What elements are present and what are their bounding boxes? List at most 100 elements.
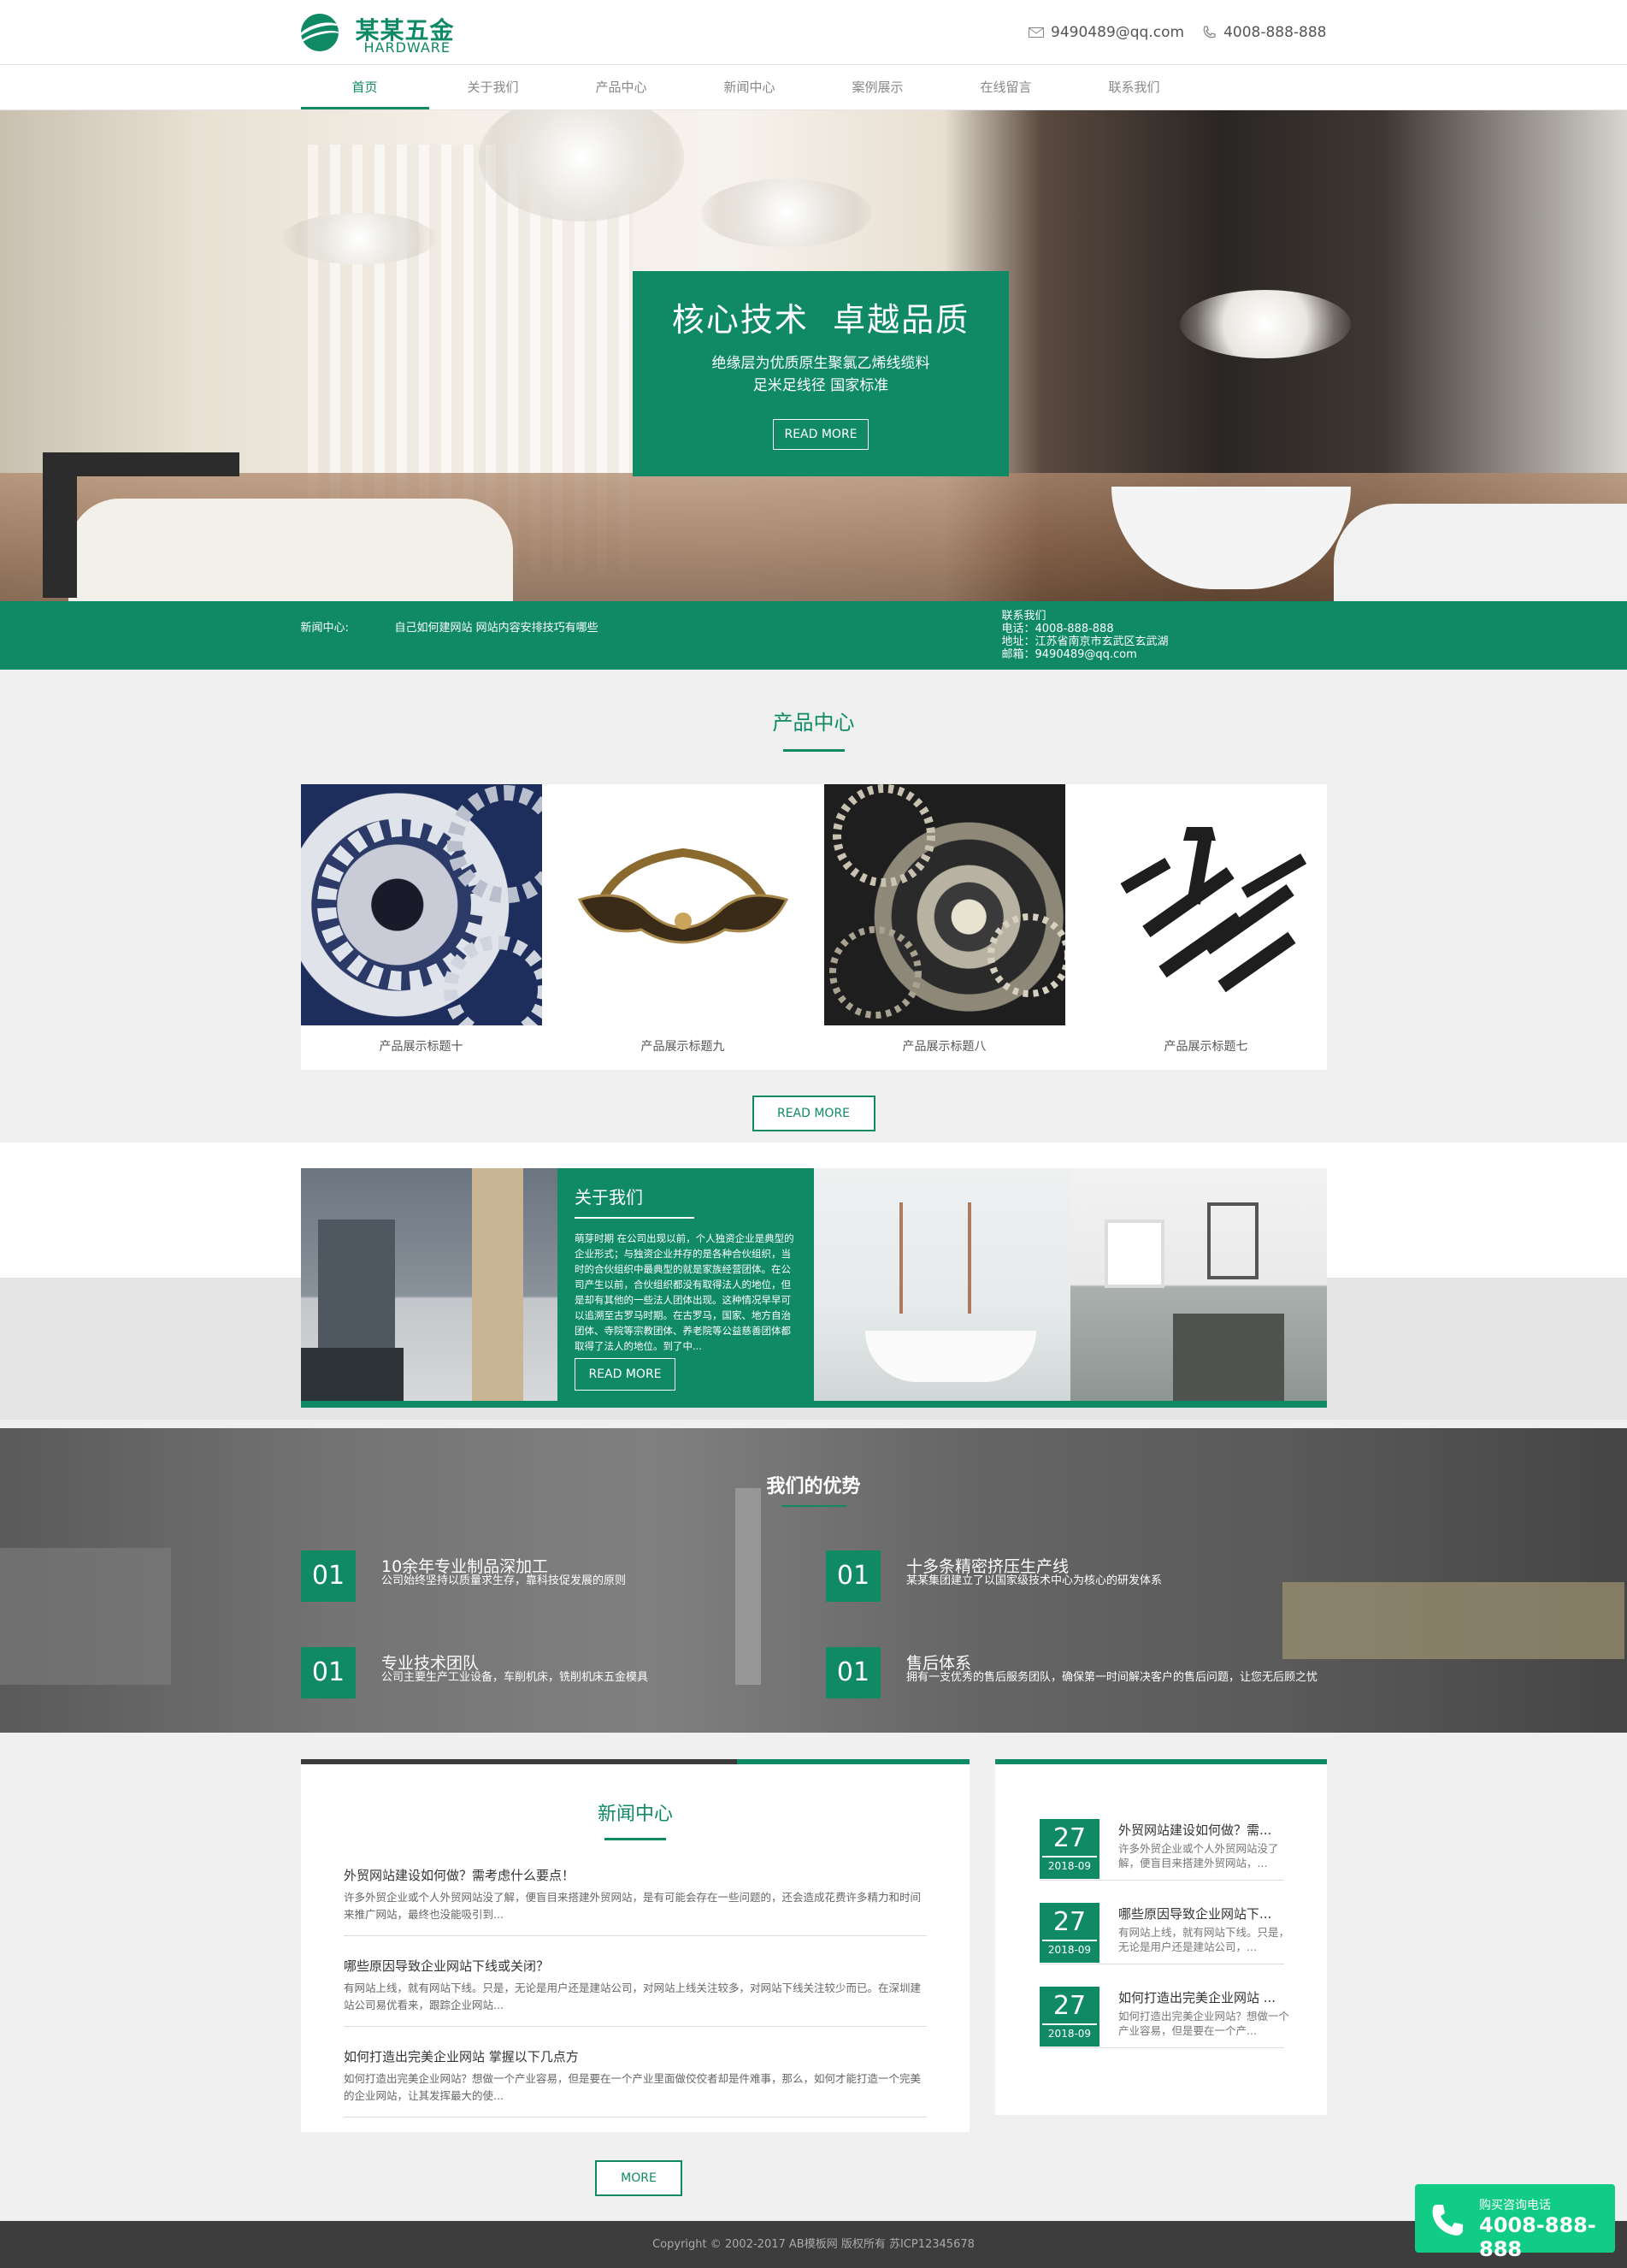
logo-mark-icon (300, 14, 339, 51)
drawer-handle-image (562, 784, 804, 1025)
bathtub-image (68, 499, 513, 601)
news-date-badge: 27 2018-09 (1040, 1903, 1099, 1963)
news-side-item[interactable]: 27 2018-09 如何打造出完美企业网站 ... 如何打造出完美企业网站？想… (1040, 1987, 1289, 2048)
news-side-desc: 许多外贸企业或个人外贸网站没了解，便盲目来搭建外贸网站，... (1118, 1842, 1279, 1869)
banner-read-more-button[interactable]: READ MORE (773, 419, 869, 450)
info-news-link[interactable]: 自己如何建网站 网站内容安排技巧有哪些 (395, 618, 598, 635)
news-date-month: 2018-09 (1042, 1856, 1097, 1875)
main-nav: 首页 关于我们 产品中心 新闻中心 案例展示 在线留言 联系我们 (0, 65, 1627, 110)
advantage-number: 01 (826, 1550, 881, 1602)
news-item[interactable]: 哪些原因导致企业网站下线或关闭？ 有网站上线，就有网站下线。只是，无论是用户还是… (344, 1957, 927, 2027)
news-section: 新闻中心 外贸网站建设如何做？需考虑什么要点！ 许多外贸企业或个人外贸网站没了解… (0, 1759, 1627, 2221)
news-side-item[interactable]: 27 2018-09 外贸网站建设如何做？需... 许多外贸企业或个人外贸网站没… (1040, 1819, 1284, 1881)
phone-icon (1432, 2205, 1463, 2236)
advantage-item: 01 售后体系 拥有一支优秀的售后服务团队，确保第一时间解决客户的售后问题，让您… (826, 1647, 1339, 1698)
product-list: 产品展示标题十 产品展示标题九 产品展示标题八 产品展示标题七 (300, 784, 1327, 1070)
news-side-title[interactable]: 外贸网站建设如何做？需... (1118, 1821, 1289, 1839)
product-card[interactable]: 产品展示标题八 (823, 784, 1065, 1070)
advantages-title: 我们的优势 (766, 1476, 861, 1497)
product-caption: 产品展示标题九 (640, 1040, 725, 1054)
news-date-day: 27 (1052, 1907, 1087, 1937)
news-item-desc: 有网站上线，就有网站下线。只是，无论是用户还是建站公司，对网站上线关注较多，对网… (344, 1982, 922, 2011)
news-item-title[interactable]: 哪些原因导致企业网站下线或关闭？ (344, 1957, 927, 1975)
advantages-title-underline (781, 1505, 846, 1507)
logo[interactable]: 某某五金 HARDWARE (300, 12, 472, 56)
chandelier-image (282, 213, 436, 264)
banner-title: 核心技术 卓越品质 (671, 301, 970, 339)
news-side-title[interactable]: 哪些原因导致企业网站下... (1118, 1905, 1289, 1922)
site-header: 某某五金 HARDWARE 9490489@qq.com 4008-888-88… (0, 0, 1627, 65)
advantage-number: 01 (301, 1550, 356, 1602)
news-list-panel: 新闻中心 外贸网站建设如何做？需考虑什么要点！ 许多外贸企业或个人外贸网站没了解… (301, 1759, 970, 2132)
info-contact-phone: 电话：4008-888-888 (1001, 623, 1114, 635)
news-item[interactable]: 外贸网站建设如何做？需考虑什么要点！ 许多外贸企业或个人外贸网站没了解，便盲目来… (344, 1866, 927, 1936)
product-caption: 产品展示标题七 (1164, 1040, 1248, 1054)
nav-item-message[interactable]: 在线留言 (942, 65, 1070, 109)
product-card[interactable]: 产品展示标题七 (1085, 784, 1327, 1070)
advantage-title: 10余年专业制品深加工 (381, 1557, 549, 1576)
news-title-underline (604, 1838, 666, 1840)
mail-icon (1029, 27, 1045, 38)
product-card[interactable]: 产品展示标题九 (562, 784, 804, 1070)
news-side-item[interactable]: 27 2018-09 哪些原因导致企业网站下... 有网站上线，就有网站下线。只… (1040, 1903, 1289, 1964)
info-news-label: 新闻中心: (300, 622, 349, 635)
advantage-title: 专业技术团队 (381, 1654, 480, 1673)
floating-call-widget[interactable]: 购买咨询电话 4008-888-888 (1415, 2184, 1615, 2261)
about-room-image-1 (301, 1168, 557, 1401)
advantage-desc: 公司主要生产工业设备，车削机床，铣削机床五金模具 (381, 1671, 649, 1684)
info-bar: 新闻中心: 自己如何建网站 网站内容安排技巧有哪些 联系我们 电话：4008-8… (0, 601, 1627, 670)
products-title: 产品中心 (772, 711, 855, 735)
logo-subtitle: HARDWARE (363, 39, 451, 56)
product-caption: 产品展示标题八 (902, 1040, 987, 1054)
advantage-desc: 某某集团建立了以国家级技术中心为核心的研发体系 (906, 1574, 1163, 1587)
about-room-image-3 (1070, 1168, 1327, 1401)
news-side-title[interactable]: 如何打造出完美企业网站 ... (1118, 1988, 1289, 2006)
advantage-title: 售后体系 (906, 1654, 972, 1673)
banner-subtitle: 绝缘层为优质原生聚氯乙烯线缆料 足米足线径 国家标准 (633, 352, 1009, 397)
about-accent-strip (301, 1401, 1327, 1408)
about-section: 关于我们 萌芽时期 在公司出现以前，个人独资企业是典型的企业形式；与独资企业并存… (0, 1143, 1627, 1420)
phone-icon (1203, 26, 1216, 38)
nav-item-cases[interactable]: 案例展示 (814, 65, 942, 109)
news-date-month: 2018-09 (1042, 1940, 1097, 1958)
float-call-label: 购买咨询电话 (1479, 2199, 1551, 2212)
header-phone[interactable]: 4008-888-888 (1223, 24, 1326, 41)
nav-item-home[interactable]: 首页 (300, 65, 429, 109)
news-item-desc: 许多外贸企业或个人外贸网站没了解，便盲目来搭建外贸网站，是有可能会存在一些问题的… (344, 1891, 922, 1921)
header-email[interactable]: 9490489@qq.com (1051, 24, 1184, 41)
advantage-item: 01 专业技术团队 公司主要生产工业设备，车削机床，铣削机床五金模具 (301, 1647, 814, 1698)
hero-banner: 核心技术 卓越品质 绝缘层为优质原生聚氯乙烯线缆料 足米足线径 国家标准 REA… (0, 110, 1627, 601)
banner-line-2: 足米足线径 国家标准 (752, 377, 889, 394)
news-date-month: 2018-09 (1042, 2023, 1097, 2042)
banner-line-1: 绝缘层为优质原生聚氯乙烯线缆料 (711, 355, 930, 372)
chandelier-image (701, 179, 872, 247)
advantage-title: 十多条精密挤压生产线 (906, 1557, 1070, 1576)
products-read-more-button[interactable]: READ MORE (752, 1096, 875, 1131)
nav-item-contact[interactable]: 联系我们 (1070, 65, 1199, 109)
product-card[interactable]: 产品展示标题十 (300, 784, 542, 1070)
float-call-number[interactable]: 4008-888-888 (1479, 2213, 1615, 2261)
news-item[interactable]: 如何打造出完美企业网站 掌握以下几点方 如何打造出完美企业网站？想做一个产业容易… (344, 2047, 927, 2117)
advantage-item: 01 十多条精密挤压生产线 某某集团建立了以国家级技术中心为核心的研发体系 (826, 1550, 1339, 1602)
news-item-title[interactable]: 外贸网站建设如何做？需考虑什么要点！ (344, 1866, 927, 1884)
info-contact-title: 联系我们 (1001, 610, 1046, 623)
about-text: 萌芽时期 在公司出现以前，个人独资企业是典型的企业形式；与独资企业并存的是各种合… (575, 1232, 794, 1352)
advantage-number: 01 (301, 1647, 356, 1698)
toilet-image (1334, 504, 1627, 601)
news-side-desc: 如何打造出完美企业网站？想做一个产业容易，但是要在一个产... (1118, 2010, 1290, 2037)
info-contact-address: 地址：江苏省南京市玄武区玄武湖 (1001, 635, 1169, 648)
news-date-badge: 27 2018-09 (1040, 1819, 1099, 1879)
about-read-more-button[interactable]: READ MORE (575, 1358, 675, 1391)
news-date-day: 27 (1052, 1823, 1087, 1853)
faucet-spout-image (43, 452, 239, 476)
gears-image (300, 784, 542, 1025)
nav-item-about[interactable]: 关于我们 (429, 65, 557, 109)
advantage-desc: 拥有一支优秀的售后服务团队，确保第一时间解决客户的售后问题，让您无后顾之忧 (906, 1671, 1318, 1684)
nav-item-products[interactable]: 产品中心 (557, 65, 686, 109)
chandelier-image (1180, 290, 1351, 358)
bearings-image (823, 784, 1065, 1025)
news-item-title[interactable]: 如何打造出完美企业网站 掌握以下几点方 (344, 2047, 927, 2065)
news-more-button[interactable]: MORE (595, 2160, 682, 2196)
news-title: 新闻中心 (597, 1804, 673, 1825)
nav-item-news[interactable]: 新闻中心 (686, 65, 814, 109)
